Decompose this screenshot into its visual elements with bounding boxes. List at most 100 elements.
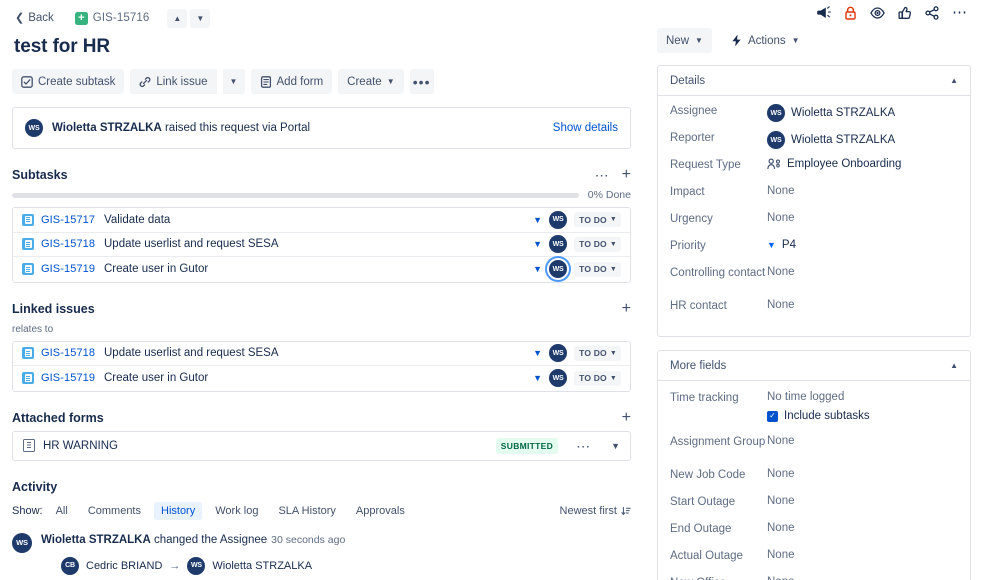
- more-fields-card-header[interactable]: More fields ▲: [658, 351, 970, 381]
- tab-all[interactable]: All: [49, 502, 75, 520]
- field-value[interactable]: None: [767, 185, 795, 197]
- chevron-down-icon: ▼: [609, 374, 617, 382]
- avatar[interactable]: WS: [549, 369, 568, 388]
- lock-icon[interactable]: [844, 6, 857, 20]
- link-issue-button[interactable]: Link issue: [130, 69, 217, 94]
- status-badge[interactable]: TO DO ▼: [574, 236, 621, 252]
- tab-comments[interactable]: Comments: [81, 502, 148, 520]
- table-row[interactable]: GIS-15719 Create user in Gutor ▼ WS TO D…: [13, 257, 630, 282]
- field-value[interactable]: Employee Onboarding: [767, 158, 901, 170]
- nav-up-button[interactable]: ▲: [167, 8, 188, 28]
- feedback-megaphone-icon[interactable]: [816, 6, 831, 20]
- field-value[interactable]: WS Wioletta STRZALKA: [767, 104, 895, 122]
- more-fields-card: More fields ▲ Time tracking No time logg…: [657, 350, 971, 580]
- more-actions-icon[interactable]: ⋯: [952, 5, 968, 20]
- tab-history[interactable]: History: [154, 501, 203, 520]
- nav-down-button[interactable]: ▼: [190, 8, 211, 28]
- tab-approvals[interactable]: Approvals: [349, 502, 412, 520]
- breadcrumb-issue-key: GIS-15716: [92, 12, 150, 24]
- avatar[interactable]: WS: [549, 344, 568, 363]
- field-impact: Impact None: [670, 185, 958, 212]
- issue-summary[interactable]: Create user in Gutor: [104, 263, 526, 275]
- field-value[interactable]: None: [767, 212, 795, 224]
- share-icon[interactable]: [925, 6, 939, 20]
- create-button[interactable]: Create ▼: [338, 69, 404, 94]
- form-name[interactable]: HR WARNING: [43, 440, 488, 452]
- avatar[interactable]: WS: [549, 235, 568, 254]
- more-actions-button[interactable]: •••: [409, 69, 434, 94]
- subtasks-add-icon[interactable]: +: [622, 167, 631, 183]
- avatar-assignee-focused[interactable]: WS: [549, 260, 568, 279]
- field-value[interactable]: None: [767, 468, 795, 480]
- new-status-button[interactable]: New ▼: [657, 28, 712, 53]
- field-value[interactable]: None: [767, 522, 795, 534]
- status-badge[interactable]: TO DO ▼: [574, 345, 621, 361]
- issue-key[interactable]: GIS-15717: [41, 214, 97, 226]
- form-more-icon[interactable]: ⋯: [576, 439, 591, 453]
- form-expand-chevron-icon[interactable]: ▼: [611, 441, 620, 451]
- show-details-link[interactable]: Show details: [553, 122, 618, 134]
- issue-key[interactable]: GIS-15719: [41, 372, 97, 384]
- chevron-up-icon[interactable]: ▲: [950, 361, 958, 370]
- field-value[interactable]: None: [767, 266, 795, 278]
- field-new-job-code: New Job Code None: [670, 468, 958, 495]
- status-badge[interactable]: TO DO ▼: [574, 212, 621, 228]
- link-issue-dropdown[interactable]: ▼: [222, 69, 245, 94]
- field-value[interactable]: None: [767, 549, 795, 561]
- table-row[interactable]: GIS-15718 Update userlist and request SE…: [13, 232, 630, 257]
- field-value[interactable]: WS Wioletta STRZALKA: [767, 131, 895, 149]
- status-badge[interactable]: TO DO ▼: [574, 261, 621, 277]
- like-thumbsup-icon[interactable]: [898, 6, 912, 20]
- watch-eye-icon[interactable]: [870, 6, 885, 20]
- issue-summary[interactable]: Create user in Gutor: [104, 372, 526, 384]
- tab-work-log[interactable]: Work log: [208, 502, 265, 520]
- field-time-tracking: Time tracking No time logged ✓ Include s…: [670, 391, 958, 435]
- issue-summary[interactable]: Validate data: [104, 214, 526, 226]
- people-icon: [767, 158, 781, 170]
- field-value[interactable]: ▼ P4: [767, 239, 796, 251]
- subtasks-more-icon[interactable]: ⋯: [595, 168, 610, 182]
- field-value[interactable]: None: [767, 495, 795, 507]
- issue-summary[interactable]: Update userlist and request SESA: [104, 347, 526, 359]
- create-subtask-button[interactable]: Create subtask: [12, 69, 125, 94]
- field-value[interactable]: None: [767, 299, 795, 311]
- request-type-value: Employee Onboarding: [787, 158, 902, 170]
- details-card-header[interactable]: Details ▲: [658, 66, 970, 96]
- linked-issues-add-icon[interactable]: +: [622, 300, 631, 316]
- add-form-button[interactable]: Add form: [250, 69, 333, 94]
- sort-order-button[interactable]: Newest first: [560, 505, 631, 517]
- list-item[interactable]: HR WARNING SUBMITTED ⋯ ▼: [13, 432, 630, 460]
- field-request-type: Request Type Employee Onboarding: [670, 158, 958, 185]
- table-row[interactable]: GIS-15717 Validate data ▼ WS TO DO ▼: [13, 208, 630, 233]
- field-value[interactable]: None: [767, 435, 795, 447]
- chevron-down-icon[interactable]: ▼: [533, 215, 542, 225]
- table-row[interactable]: GIS-15718 Update userlist and request SE…: [13, 341, 630, 366]
- breadcrumb-issue-link[interactable]: + GIS-15716: [74, 11, 150, 25]
- linked-issues-list: GIS-15718 Update userlist and request SE…: [12, 340, 631, 392]
- issue-summary[interactable]: Update userlist and request SESA: [104, 238, 526, 250]
- field-start-outage: Start Outage None: [670, 495, 958, 522]
- avatar-from: CB: [61, 556, 79, 575]
- chevron-down-icon[interactable]: ▼: [533, 373, 542, 383]
- avatar[interactable]: WS: [549, 210, 568, 229]
- issue-key[interactable]: GIS-15719: [41, 263, 97, 275]
- status-label: TO DO: [579, 239, 607, 250]
- attached-forms-add-icon[interactable]: +: [622, 409, 631, 425]
- status-badge[interactable]: TO DO ▼: [574, 370, 621, 386]
- chevron-up-icon[interactable]: ▲: [950, 76, 958, 85]
- back-button[interactable]: ❮ Back: [12, 10, 57, 26]
- chevron-down-icon[interactable]: ▼: [533, 264, 542, 274]
- issue-key[interactable]: GIS-15718: [41, 238, 97, 250]
- time-tracking-value[interactable]: No time logged: [767, 391, 870, 403]
- issue-key[interactable]: GIS-15718: [41, 347, 97, 359]
- field-label: Impact: [670, 186, 705, 198]
- create-label: Create: [347, 75, 382, 88]
- table-row[interactable]: GIS-15719 Create user in Gutor ▼ WS TO D…: [13, 366, 630, 391]
- field-value[interactable]: None: [767, 576, 795, 580]
- checkbox-checked-icon[interactable]: ✓: [767, 410, 778, 422]
- tab-sla-history[interactable]: SLA History: [271, 502, 342, 520]
- chevron-down-icon[interactable]: ▼: [533, 239, 542, 249]
- actions-button[interactable]: Actions ▼: [722, 28, 809, 53]
- chevron-down-icon[interactable]: ▼: [533, 348, 542, 358]
- include-subtasks-row[interactable]: ✓ Include subtasks: [767, 410, 870, 422]
